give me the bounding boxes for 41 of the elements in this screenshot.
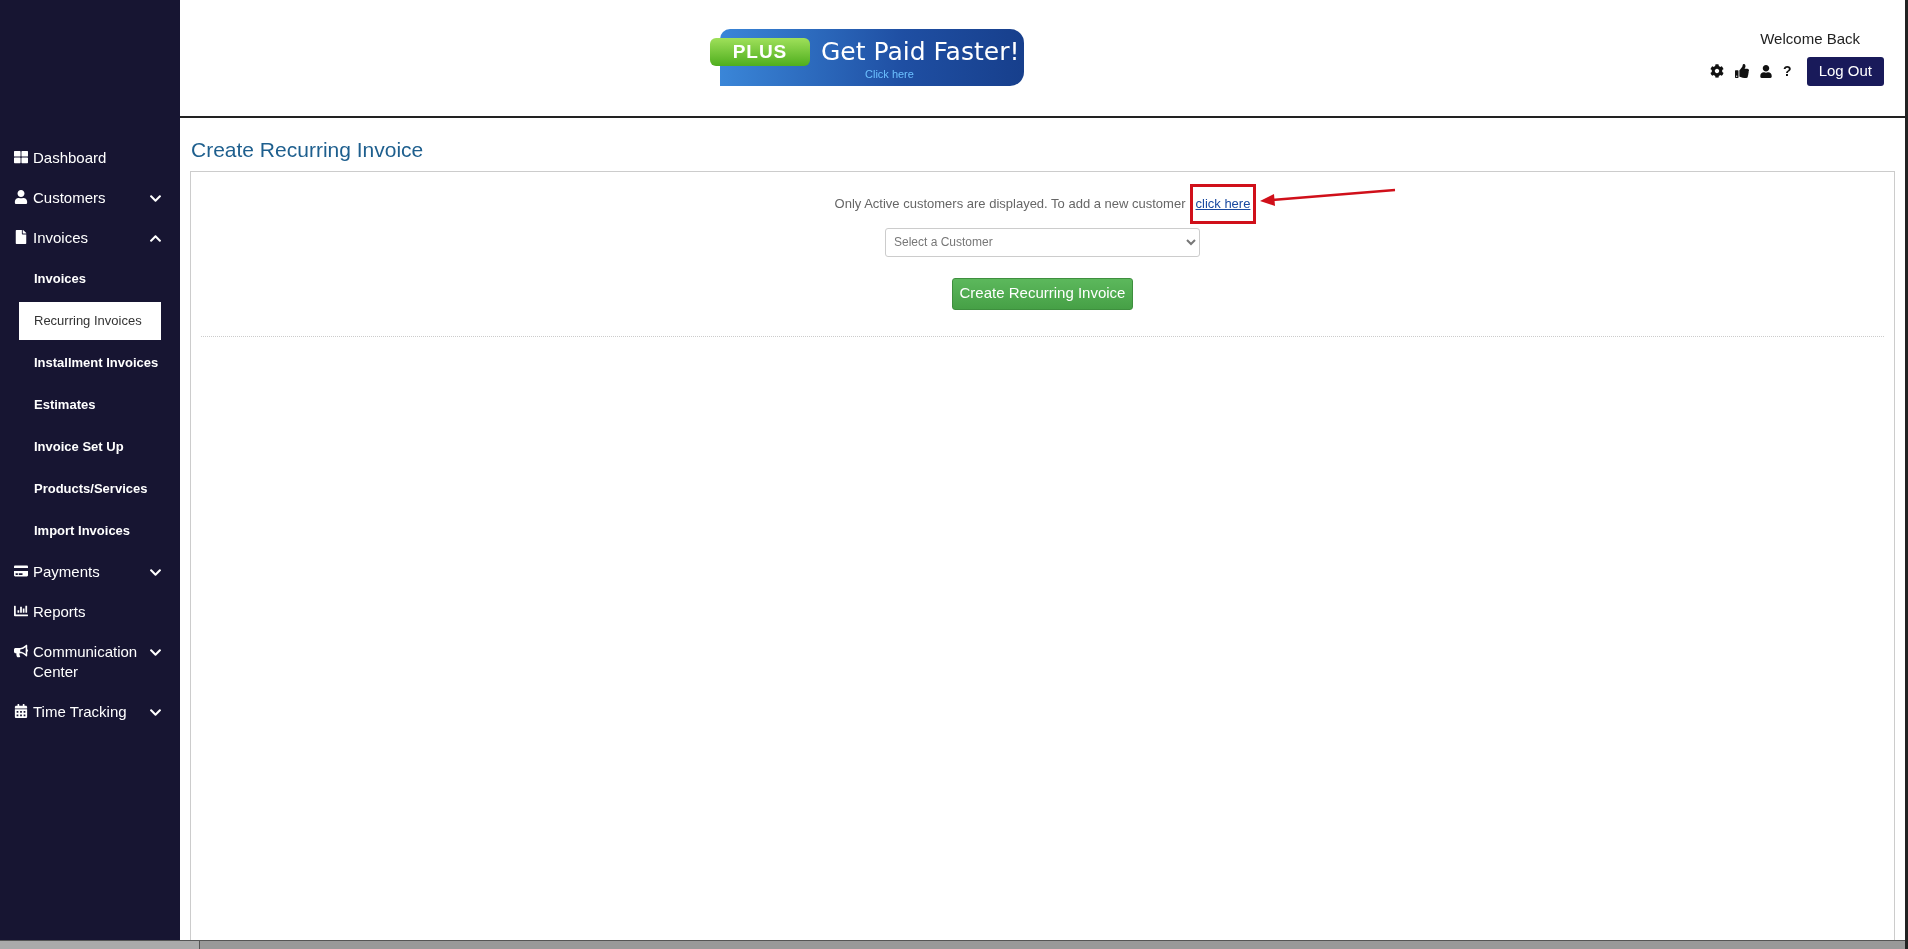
- card-icon: [14, 564, 28, 578]
- plus-badge: PLUS: [710, 38, 810, 66]
- settings-icon[interactable]: [1710, 64, 1725, 78]
- grid-icon: [14, 150, 28, 164]
- sidebar-item[interactable]: Invoices: [0, 218, 180, 258]
- user-icon: [14, 190, 28, 204]
- horizontal-scrollbar[interactable]: [0, 940, 1905, 949]
- banner-link[interactable]: Click here: [865, 67, 914, 81]
- submenu-item[interactable]: Invoice Set Up: [19, 428, 161, 466]
- banner-headline: Get Paid Faster!: [821, 37, 1020, 67]
- logout-button[interactable]: Log Out: [1806, 56, 1884, 86]
- page-title: Create Recurring Invoice: [191, 137, 425, 163]
- bar-chart-icon: [14, 604, 28, 618]
- megaphone-icon: [14, 644, 28, 658]
- calendar-icon: [14, 704, 28, 718]
- sidebar-item[interactable]: Customers: [0, 178, 180, 218]
- user-icon[interactable]: [1760, 64, 1773, 78]
- help-link[interactable]: ?: [1783, 60, 1792, 82]
- chevron-down-icon: [149, 706, 162, 719]
- sidebar-item[interactable]: Communication Center: [0, 632, 180, 692]
- chevron-up-icon: [149, 232, 162, 245]
- submenu-item[interactable]: Recurring Invoices: [19, 302, 161, 340]
- sidebar-item[interactable]: Payments: [0, 552, 180, 592]
- notice-text: Only Active customers are displayed. To add a new customer: [834, 195, 1186, 213]
- add-customer-link[interactable]: click here: [1195, 196, 1251, 211]
- submenu-item[interactable]: Estimates: [19, 386, 161, 424]
- submenu-item[interactable]: Installment Invoices: [19, 344, 161, 382]
- document-icon: [14, 230, 28, 244]
- chevron-down-icon: [149, 646, 162, 659]
- thumbs-up-icon[interactable]: [1735, 64, 1750, 78]
- submenu-item[interactable]: Products/Services: [19, 470, 161, 508]
- highlight-box: [1189, 184, 1257, 224]
- submenu-item[interactable]: Import Invoices: [19, 512, 161, 550]
- sidebar-item[interactable]: Reports: [0, 592, 180, 632]
- sidebar-item[interactable]: Dashboard: [0, 138, 180, 178]
- submenu-item[interactable]: Invoices: [19, 260, 161, 298]
- welcome-text: Welcome Back: [1760, 29, 1860, 49]
- sidebar-item[interactable]: Time Tracking: [0, 692, 180, 732]
- customer-select[interactable]: Select a Customer: [885, 227, 1200, 257]
- chevron-down-icon: [149, 192, 162, 205]
- chevron-down-icon: [149, 566, 162, 579]
